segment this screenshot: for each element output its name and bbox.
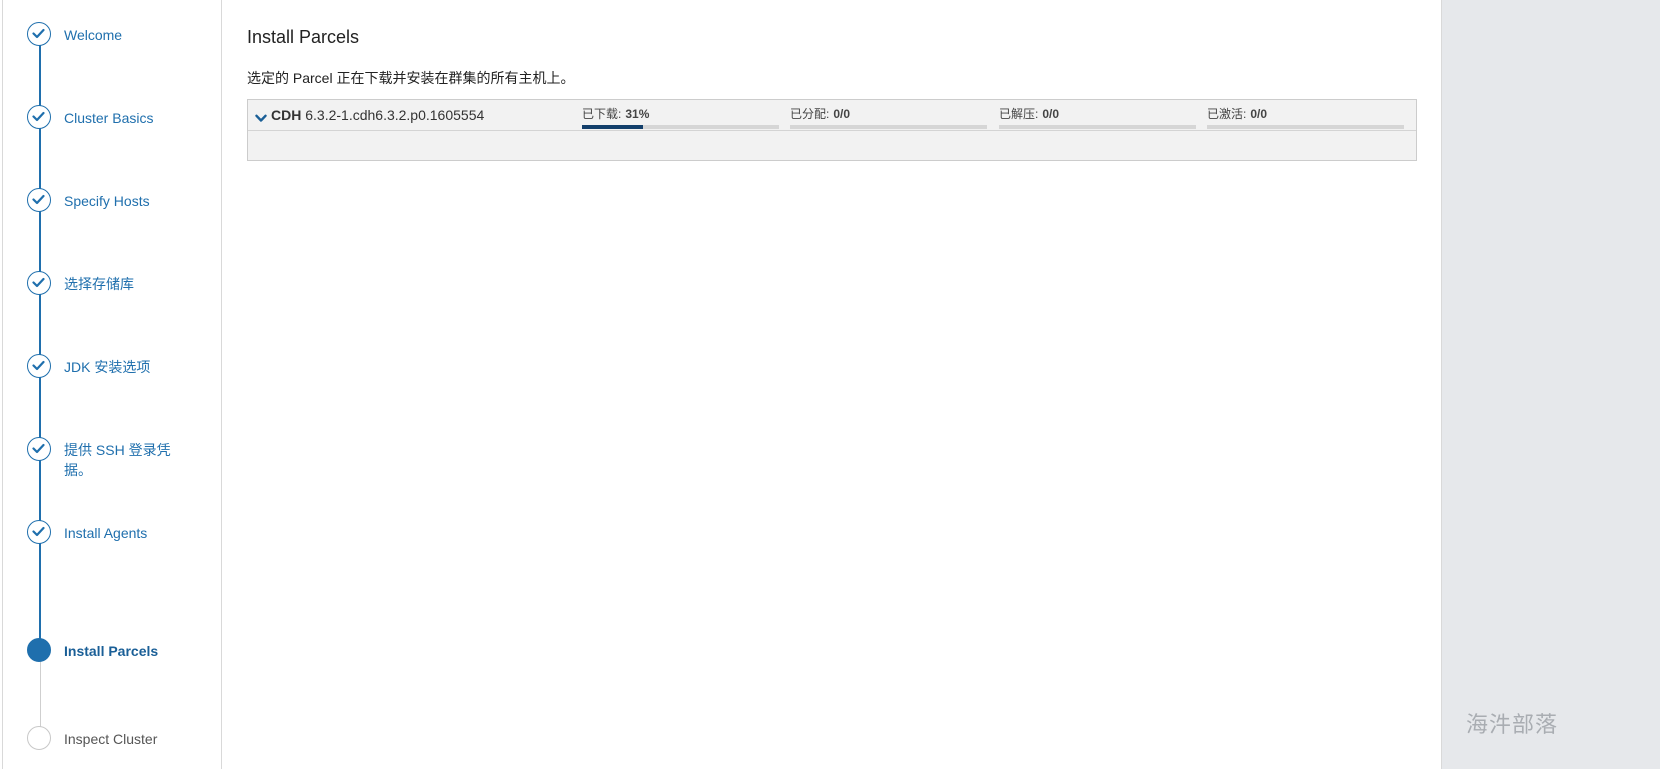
step-label[interactable]: 提供 SSH 登录凭据。: [64, 440, 189, 480]
current-step-dot-icon: [27, 638, 51, 662]
step-label[interactable]: 选择存储库: [64, 274, 189, 294]
main-content: Install Parcels 选定的 Parcel 正在下载并安装在群集的所有…: [223, 0, 1441, 769]
progress-value: 0/0: [1042, 107, 1060, 121]
page-title: Install Parcels: [247, 27, 360, 47]
check-icon: [27, 271, 51, 295]
right-side-panel: 海汼部落: [1441, 0, 1660, 769]
progress-value: 0/0: [833, 107, 851, 121]
progress-label: 已下载:: [582, 107, 622, 121]
progress-value: 31%: [625, 107, 650, 121]
progress-unpacked: 已解压: 0/0: [999, 106, 1196, 129]
check-icon: [27, 520, 51, 544]
step-label[interactable]: Welcome: [64, 25, 189, 45]
watermark-text: 海汼部落: [1466, 713, 1559, 738]
progress-downloaded: 已下载: 31%: [582, 106, 779, 129]
check-icon: [27, 354, 51, 378]
cloudera-install-wizard: Welcome Cluster Basics Specify Hosts 选择存…: [0, 0, 1660, 769]
progress-bar: [790, 125, 987, 129]
page-description: 选定的 Parcel 正在下载并安装在群集的所有主机上。: [247, 70, 575, 86]
step-label[interactable]: Install Agents: [64, 523, 189, 543]
parcel-row: CDH 6.3.2-1.cdh6.3.2.p0.1605554 已下载: 31% …: [248, 100, 1416, 131]
check-icon: [27, 22, 51, 46]
parcel-product: CDH: [271, 107, 302, 123]
progress-bar: [582, 125, 779, 129]
progress-label: 已解压:: [999, 107, 1039, 121]
progress-distributed: 已分配: 0/0: [790, 106, 987, 129]
step-label[interactable]: Install Parcels: [64, 641, 189, 661]
step-label[interactable]: Specify Hosts: [64, 191, 189, 211]
progress-bar-fill: [582, 125, 644, 129]
progress-label: 已分配:: [790, 107, 830, 121]
progress-value: 0/0: [1250, 107, 1268, 121]
progress-bar: [1207, 125, 1404, 129]
check-icon: [27, 105, 51, 129]
step-label[interactable]: Cluster Basics: [64, 108, 189, 128]
step-label: Inspect Cluster: [64, 731, 158, 747]
parcel-list-panel: CDH 6.3.2-1.cdh6.3.2.p0.1605554 已下载: 31% …: [247, 99, 1417, 161]
progress-label: 已激活:: [1207, 107, 1247, 121]
chevron-down-icon[interactable]: [255, 110, 267, 128]
check-icon: [27, 188, 51, 212]
parcel-version: 6.3.2-1.cdh6.3.2.p0.1605554: [305, 107, 485, 123]
parcel-name: CDH 6.3.2-1.cdh6.3.2.p0.1605554: [271, 107, 484, 123]
wizard-steps-sidebar: Welcome Cluster Basics Specify Hosts 选择存…: [2, 0, 222, 769]
progress-activated: 已激活: 0/0: [1207, 106, 1404, 129]
progress-bar: [999, 125, 1196, 129]
check-icon: [27, 437, 51, 461]
step-label[interactable]: JDK 安装选项: [64, 357, 189, 377]
pending-step-circle-icon: [27, 726, 51, 750]
